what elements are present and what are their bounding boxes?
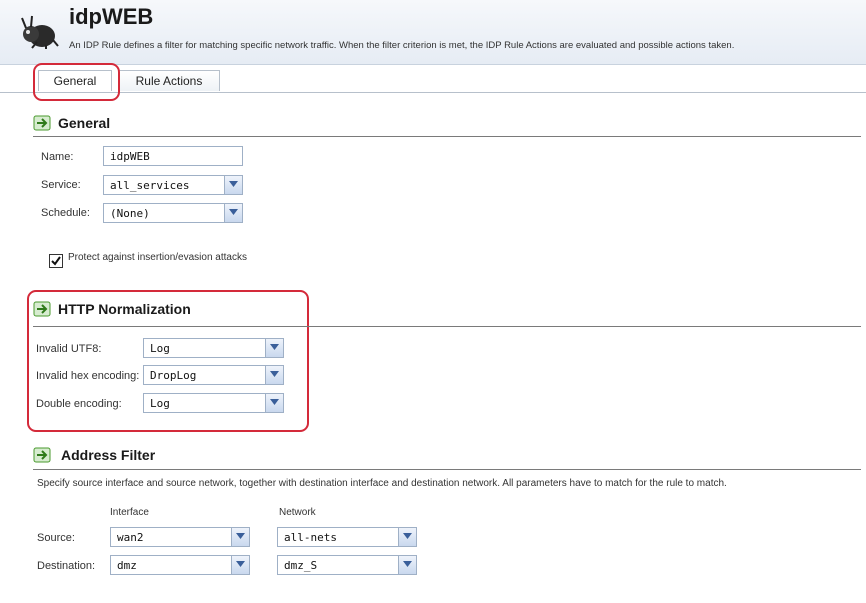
tab-general[interactable]: General	[38, 70, 112, 91]
invalid-utf8-label: Invalid UTF8:	[36, 343, 102, 355]
protect-label: Protect against insertion/evasion attack…	[68, 252, 247, 263]
name-value: idpWEB	[110, 150, 150, 163]
page-header: idpWEB An IDP Rule defines a filter for …	[0, 0, 866, 65]
section-arrow-icon	[33, 447, 51, 463]
app-bug-icon	[21, 15, 59, 49]
chevron-down-icon[interactable]	[224, 204, 242, 222]
source-network-select[interactable]: all-nets	[277, 527, 417, 547]
destination-network-value: dmz_S	[284, 559, 318, 572]
destination-network-select[interactable]: dmz_S	[277, 555, 417, 575]
invalid-utf8-value: Log	[150, 342, 170, 355]
column-header-network: Network	[279, 507, 316, 518]
chevron-down-icon[interactable]	[398, 528, 416, 546]
source-interface-value: wan2	[117, 531, 144, 544]
chevron-down-icon[interactable]	[398, 556, 416, 574]
section-arrow-icon	[33, 115, 51, 131]
schedule-value: (None)	[110, 207, 150, 220]
source-label: Source:	[37, 532, 75, 544]
schedule-select[interactable]: (None)	[103, 203, 243, 223]
chevron-down-icon[interactable]	[231, 528, 249, 546]
destination-interface-value: dmz	[117, 559, 137, 572]
schedule-label: Schedule:	[41, 207, 90, 219]
double-encoding-value: Log	[150, 397, 170, 410]
service-label: Service:	[41, 179, 81, 191]
chevron-down-icon[interactable]	[231, 556, 249, 574]
invalid-hex-value: DropLog	[150, 369, 197, 382]
double-encoding-label: Double encoding:	[36, 398, 122, 410]
address-filter-description: Specify source interface and source netw…	[37, 478, 727, 489]
destination-interface-select[interactable]: dmz	[110, 555, 250, 575]
chevron-down-icon[interactable]	[224, 176, 242, 194]
protect-checkbox[interactable]	[49, 254, 63, 268]
invalid-utf8-select[interactable]: Log	[143, 338, 284, 358]
section-title-general: General	[58, 115, 111, 131]
invalid-hex-label: Invalid hex encoding:	[36, 370, 140, 382]
chevron-down-icon[interactable]	[265, 394, 283, 412]
section-title-http-normalization: HTTP Normalization	[58, 301, 191, 317]
section-divider	[33, 136, 861, 137]
column-header-interface: Interface	[110, 507, 149, 518]
chevron-down-icon[interactable]	[265, 366, 283, 384]
chevron-down-icon[interactable]	[265, 339, 283, 357]
section-arrow-icon	[33, 301, 51, 317]
invalid-hex-select[interactable]: DropLog	[143, 365, 284, 385]
section-divider	[33, 326, 861, 327]
source-interface-select[interactable]: wan2	[110, 527, 250, 547]
section-title-address-filter: Address Filter	[61, 447, 156, 463]
page-subtitle: An IDP Rule defines a filter for matchin…	[69, 40, 735, 51]
source-network-value: all-nets	[284, 531, 337, 544]
destination-label: Destination:	[37, 560, 96, 572]
name-field[interactable]: idpWEB	[103, 146, 243, 166]
service-select[interactable]: all_services	[103, 175, 243, 195]
tab-rule-actions[interactable]: Rule Actions	[118, 70, 220, 91]
name-label: Name:	[41, 151, 74, 163]
service-value: all_services	[110, 179, 190, 192]
double-encoding-select[interactable]: Log	[143, 393, 284, 413]
page-title: idpWEB	[69, 4, 154, 29]
checkmark-icon	[51, 256, 61, 266]
section-divider	[33, 469, 861, 470]
tab-bar: General Rule Actions	[0, 68, 866, 93]
